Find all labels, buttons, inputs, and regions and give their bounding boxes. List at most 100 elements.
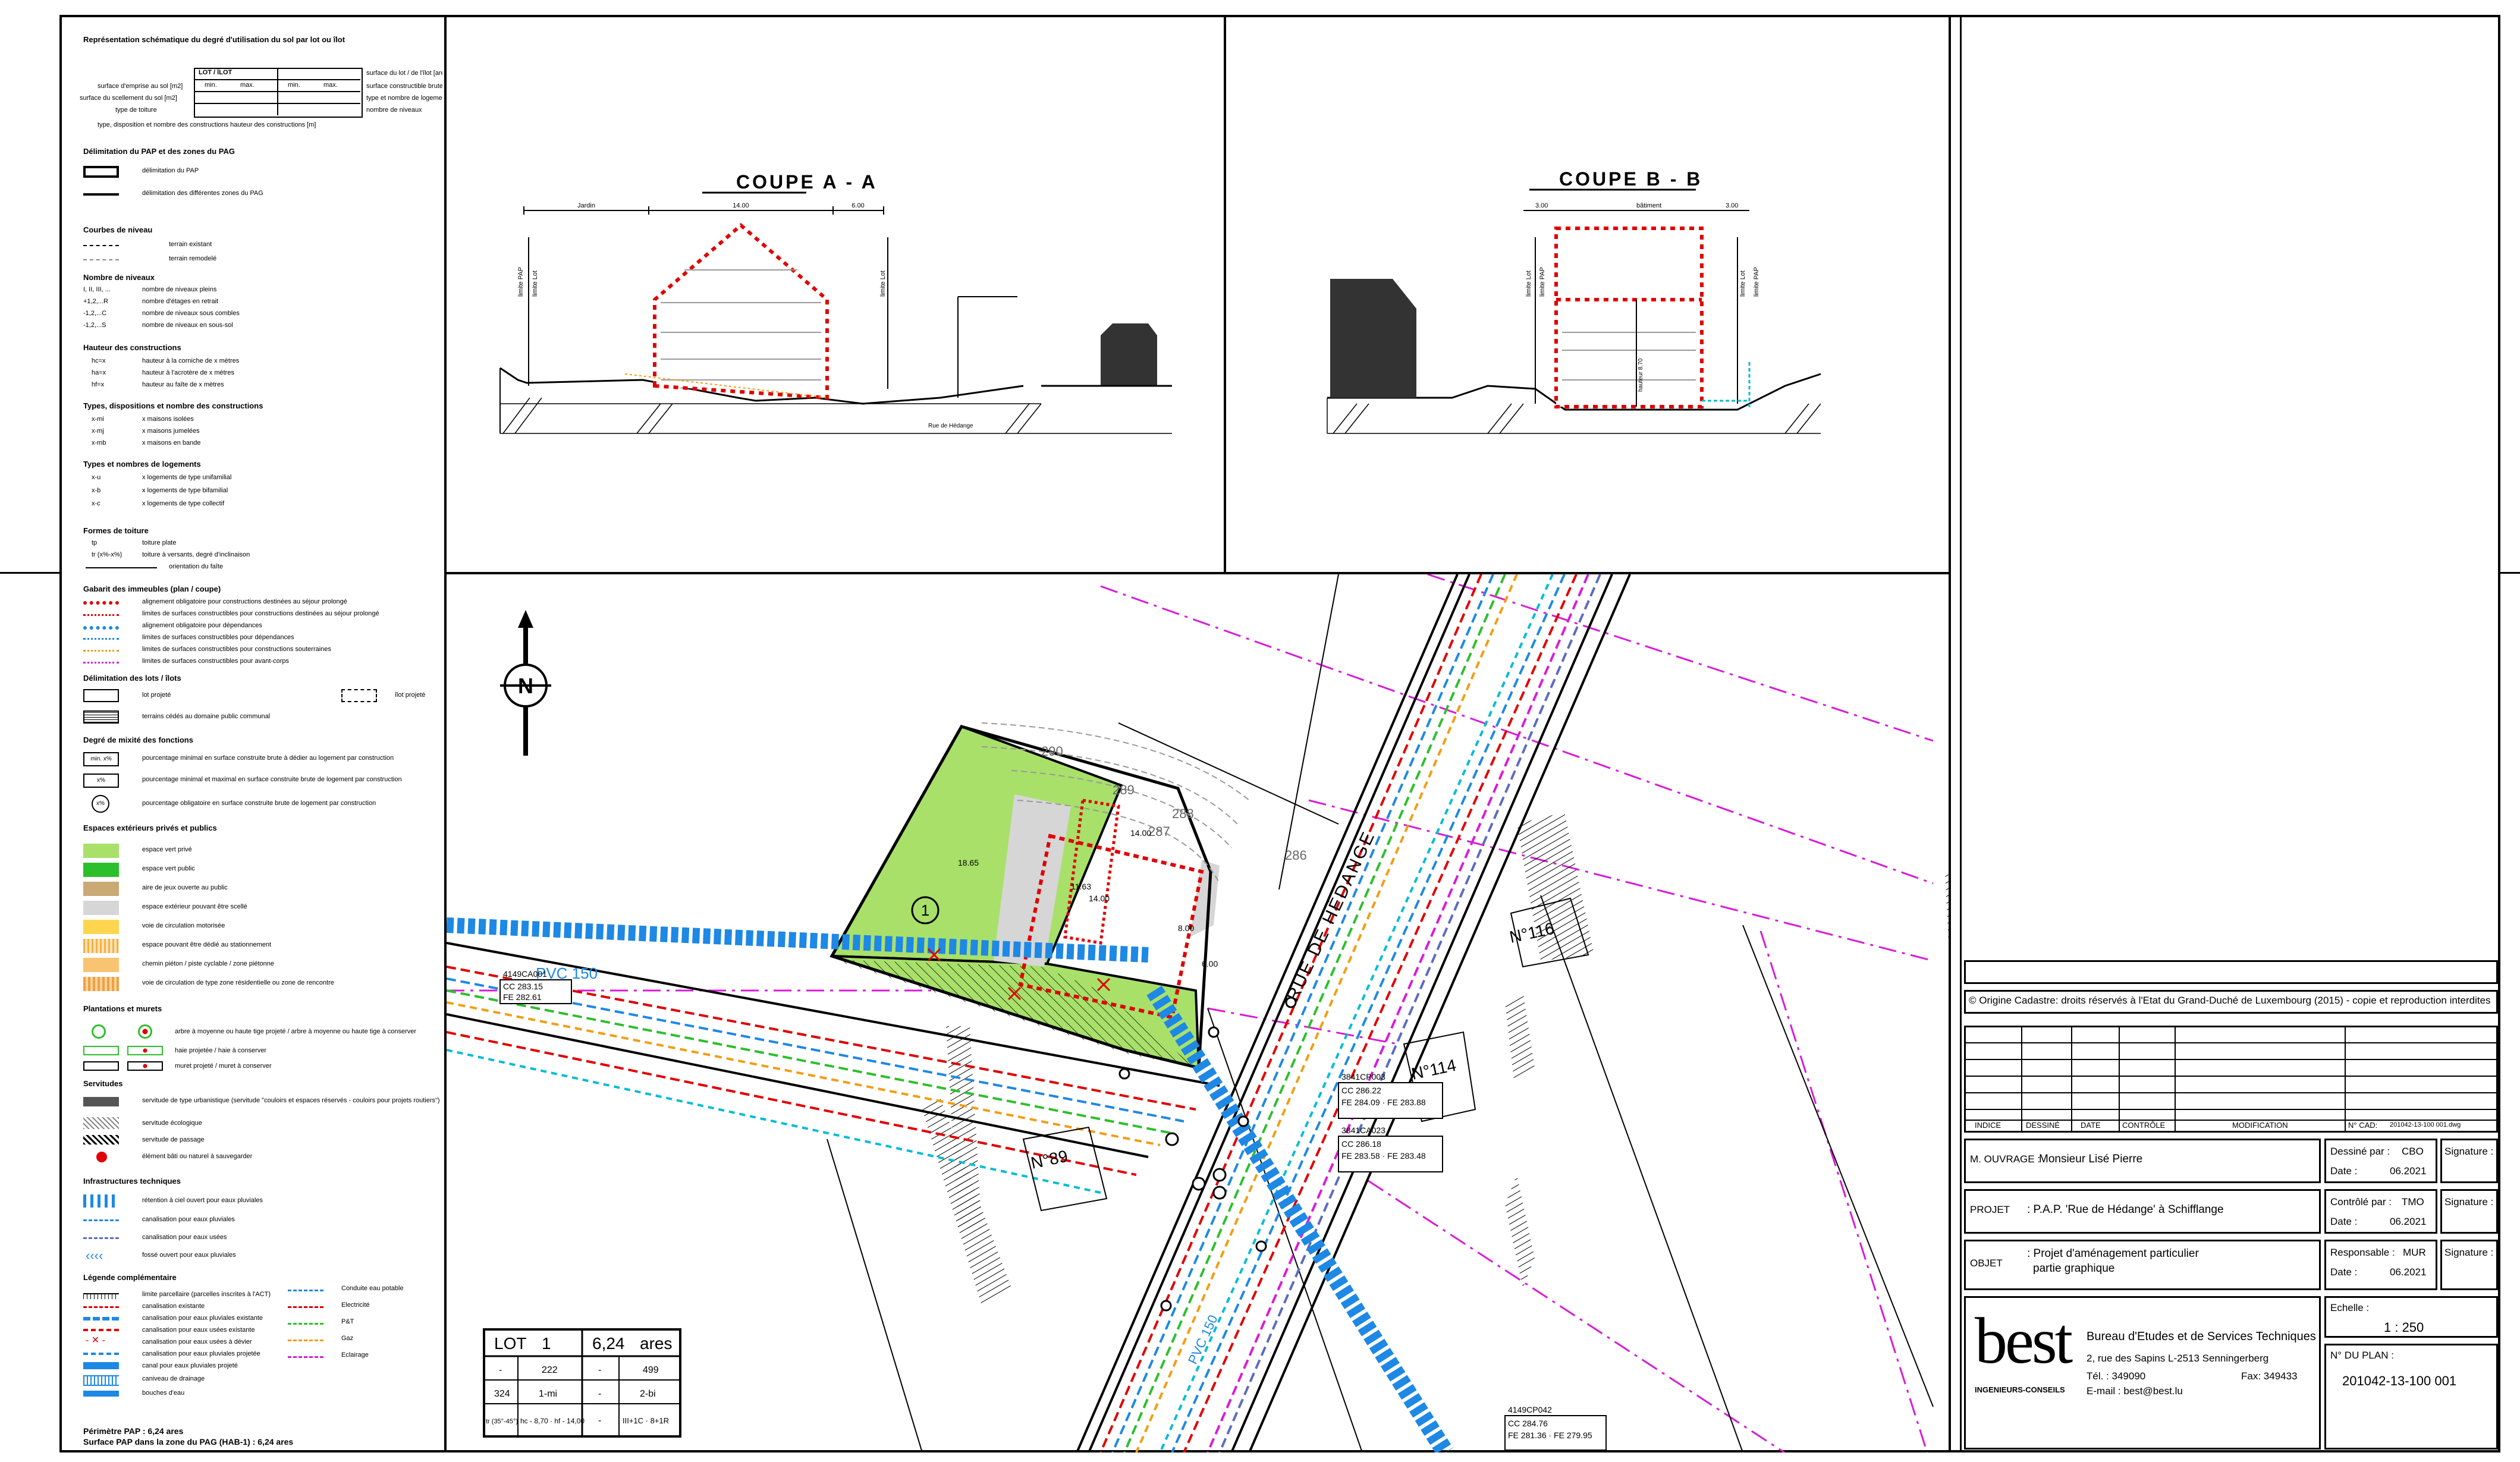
hauteur-code-0: hc=x bbox=[92, 357, 106, 364]
gabarit-swatch-5 bbox=[83, 662, 119, 664]
mixite-item-1: pourcentage minimal et maximal en surfac… bbox=[142, 776, 402, 783]
canalisation-existante-swatch bbox=[83, 1306, 119, 1308]
signature-label-1: Signature : bbox=[2444, 1146, 2494, 1157]
index-header-cad: N° CAD: bbox=[2348, 1121, 2378, 1130]
schema-left-2: type de toiture bbox=[115, 106, 157, 114]
terrain-cede-swatch bbox=[83, 710, 119, 724]
espaces-item-6: chemin piéton / piste cyclable / zone pi… bbox=[142, 960, 274, 967]
schema-right-2: type et nombre de logements bbox=[366, 95, 442, 102]
hauteur-code-1: ha=x bbox=[92, 369, 106, 376]
terrain-remodele-swatch bbox=[83, 259, 119, 260]
eclairage-swatch bbox=[288, 1356, 323, 1358]
compl-right-3: Gaz bbox=[341, 1335, 354, 1342]
contour-label-0: 290 bbox=[1041, 744, 1063, 759]
terrain-existant-swatch bbox=[83, 245, 119, 246]
index-header-dessine: DESSINÉ bbox=[2026, 1121, 2060, 1130]
stationnement-swatch bbox=[83, 939, 119, 953]
projet-value: : P.A.P. 'Rue de Hédange' à Schifflange bbox=[2027, 1203, 2224, 1216]
controle-date-label: Date : bbox=[2330, 1216, 2358, 1227]
legend-section-toiture: Formes de toiture bbox=[83, 526, 149, 535]
lot-table-r2c2: - bbox=[598, 1389, 601, 1399]
house-number-89: N°89 bbox=[1029, 1147, 1070, 1172]
espaces-item-7: voie de circulation de type zone résiden… bbox=[142, 979, 334, 986]
coupe-a-limit-0: limite PAP bbox=[517, 267, 524, 297]
legend-section-mixite: Degré de mixité des fonctions bbox=[83, 735, 193, 744]
toiture-item-1: toiture à versants, degré d'inclinaison bbox=[142, 551, 250, 558]
coupe-b-section: COUPE B - B 3.00 bâtiment 3.00 limite Lo… bbox=[1327, 168, 1821, 434]
plan-dim-1: 14.00 bbox=[1089, 894, 1110, 903]
pluviales-existante-swatch bbox=[83, 1317, 119, 1320]
index-header-indice: INDICE bbox=[1975, 1121, 2001, 1130]
plantations-item-2: muret projeté / muret à conserver bbox=[175, 1062, 272, 1070]
lot-table-r3c2: - bbox=[598, 1416, 601, 1426]
infra-item-2: canalisation pour eaux usées bbox=[142, 1234, 227, 1241]
lot-table-r3c3: III+1C · 8+1R bbox=[623, 1416, 669, 1425]
compl-item-1: canalisation existante bbox=[142, 1303, 205, 1310]
fold-mark-right bbox=[2500, 572, 2520, 574]
lot-projete-swatch bbox=[83, 689, 119, 702]
compl-item-4: canalisation pour eaux usées à dévier bbox=[142, 1338, 252, 1345]
legend-section-espaces: Espaces extérieurs privés et publics bbox=[83, 823, 217, 832]
coupe-b-limit-2: limite Lot bbox=[1739, 271, 1746, 297]
plan-dim-0: 18.65 bbox=[958, 858, 979, 867]
copyright-text: © Origine Cadastre: droits réservés à l'… bbox=[1969, 995, 2491, 1006]
schema-right-1: surface constructible brute [m2] bbox=[366, 83, 442, 90]
parcel-3-cc: CC 284.76 bbox=[1508, 1419, 1548, 1428]
types-item-2: x maisons en bande bbox=[142, 439, 201, 447]
parcel-3-id: 4149CP042 bbox=[1508, 1405, 1552, 1414]
parcel-0-cc: CC 283.15 bbox=[503, 982, 543, 991]
gabarit-item-0: alignement obligatoire pour construction… bbox=[142, 598, 347, 605]
niveaux-code-1: +1,2,...R bbox=[83, 298, 108, 305]
voie-motorisee-swatch bbox=[83, 920, 119, 934]
objet-label: OBJET bbox=[1970, 1257, 2003, 1269]
company-fax: Fax: 349433 bbox=[2241, 1370, 2298, 1382]
fold-mark-left bbox=[0, 572, 59, 574]
eau-potable-swatch bbox=[288, 1290, 323, 1291]
infra-item-0: rétention à ciel ouvert pour eaux pluvia… bbox=[142, 1197, 263, 1204]
schema-min-2: min. bbox=[288, 81, 300, 89]
canal-pluviales-swatch bbox=[83, 1362, 119, 1369]
responsable-date-value: 06.2021 bbox=[2390, 1266, 2427, 1278]
gabarit-swatch-2 bbox=[83, 626, 119, 630]
legend-item-pap: délimitation du PAP bbox=[142, 167, 199, 174]
coupe-b-dim-1: bâtiment bbox=[1636, 202, 1661, 209]
compl-item-2: canalisation pour eaux pluviales existan… bbox=[142, 1315, 263, 1322]
coupe-a-limit-2: limite Lot bbox=[879, 271, 887, 297]
espaces-item-1: espace vert public bbox=[142, 865, 195, 872]
hauteur-item-2: hauteur au faîte de x mètres bbox=[142, 381, 224, 388]
schema-bottom: type, disposition et nombre des construc… bbox=[98, 121, 316, 128]
index-header-modification: MODIFICATION bbox=[2232, 1121, 2288, 1130]
servitude-urbanistique-swatch bbox=[83, 1097, 119, 1106]
compl-item-8: bouches d'eau bbox=[142, 1389, 185, 1397]
plan-dim-5: 6.00 bbox=[1202, 959, 1218, 969]
haie-swatch bbox=[83, 1046, 119, 1055]
espace-vert-prive-swatch bbox=[83, 844, 119, 858]
signature-label-2: Signature : bbox=[2444, 1196, 2494, 1208]
controle-label: Contrôlé par : bbox=[2330, 1196, 2392, 1208]
types-item-1: x maisons jumelées bbox=[142, 427, 200, 435]
aire-de-jeux-swatch bbox=[83, 882, 119, 896]
zone-residentielle-swatch bbox=[83, 977, 119, 991]
compl-item-6: canal pour eaux pluviales projeté bbox=[142, 1362, 238, 1369]
usees-devier-icon: - ✕ - bbox=[86, 1335, 105, 1345]
logements-code-2: x-c bbox=[92, 500, 100, 507]
espaces-item-0: espace vert privé bbox=[142, 846, 192, 853]
niveaux-item-0: nombre de niveaux pleins bbox=[142, 286, 217, 293]
hauteur-item-1: hauteur à l'acrotère de x mètres bbox=[142, 369, 234, 376]
plan-dim-4: 8.00 bbox=[1178, 923, 1194, 933]
legend-section-courbes: Courbes de niveau bbox=[83, 225, 153, 234]
lot-table-r1c2: - bbox=[598, 1365, 601, 1375]
niveaux-code-2: -1,2,...C bbox=[83, 310, 107, 317]
mixite-swatch-0: min. x% bbox=[83, 752, 119, 766]
schema-max: max. bbox=[240, 81, 254, 89]
signature-label-3: Signature : bbox=[2444, 1247, 2494, 1258]
plan-no-label: N° DU PLAN : bbox=[2330, 1350, 2394, 1361]
echelle-label: Echelle : bbox=[2330, 1302, 2370, 1313]
objet-value-1: : Projet d'aménagement particulier bbox=[2027, 1247, 2199, 1260]
ilot-projete-swatch bbox=[341, 689, 377, 702]
mixite-swatch-2: x% bbox=[92, 795, 109, 813]
legend-schema: LOT / ÎLOT min. max. min. max. surface d… bbox=[62, 47, 442, 136]
servitude-ecologique-swatch bbox=[83, 1117, 119, 1129]
index-grid bbox=[1964, 1026, 2498, 1133]
responsable-date-label: Date : bbox=[2330, 1266, 2358, 1278]
